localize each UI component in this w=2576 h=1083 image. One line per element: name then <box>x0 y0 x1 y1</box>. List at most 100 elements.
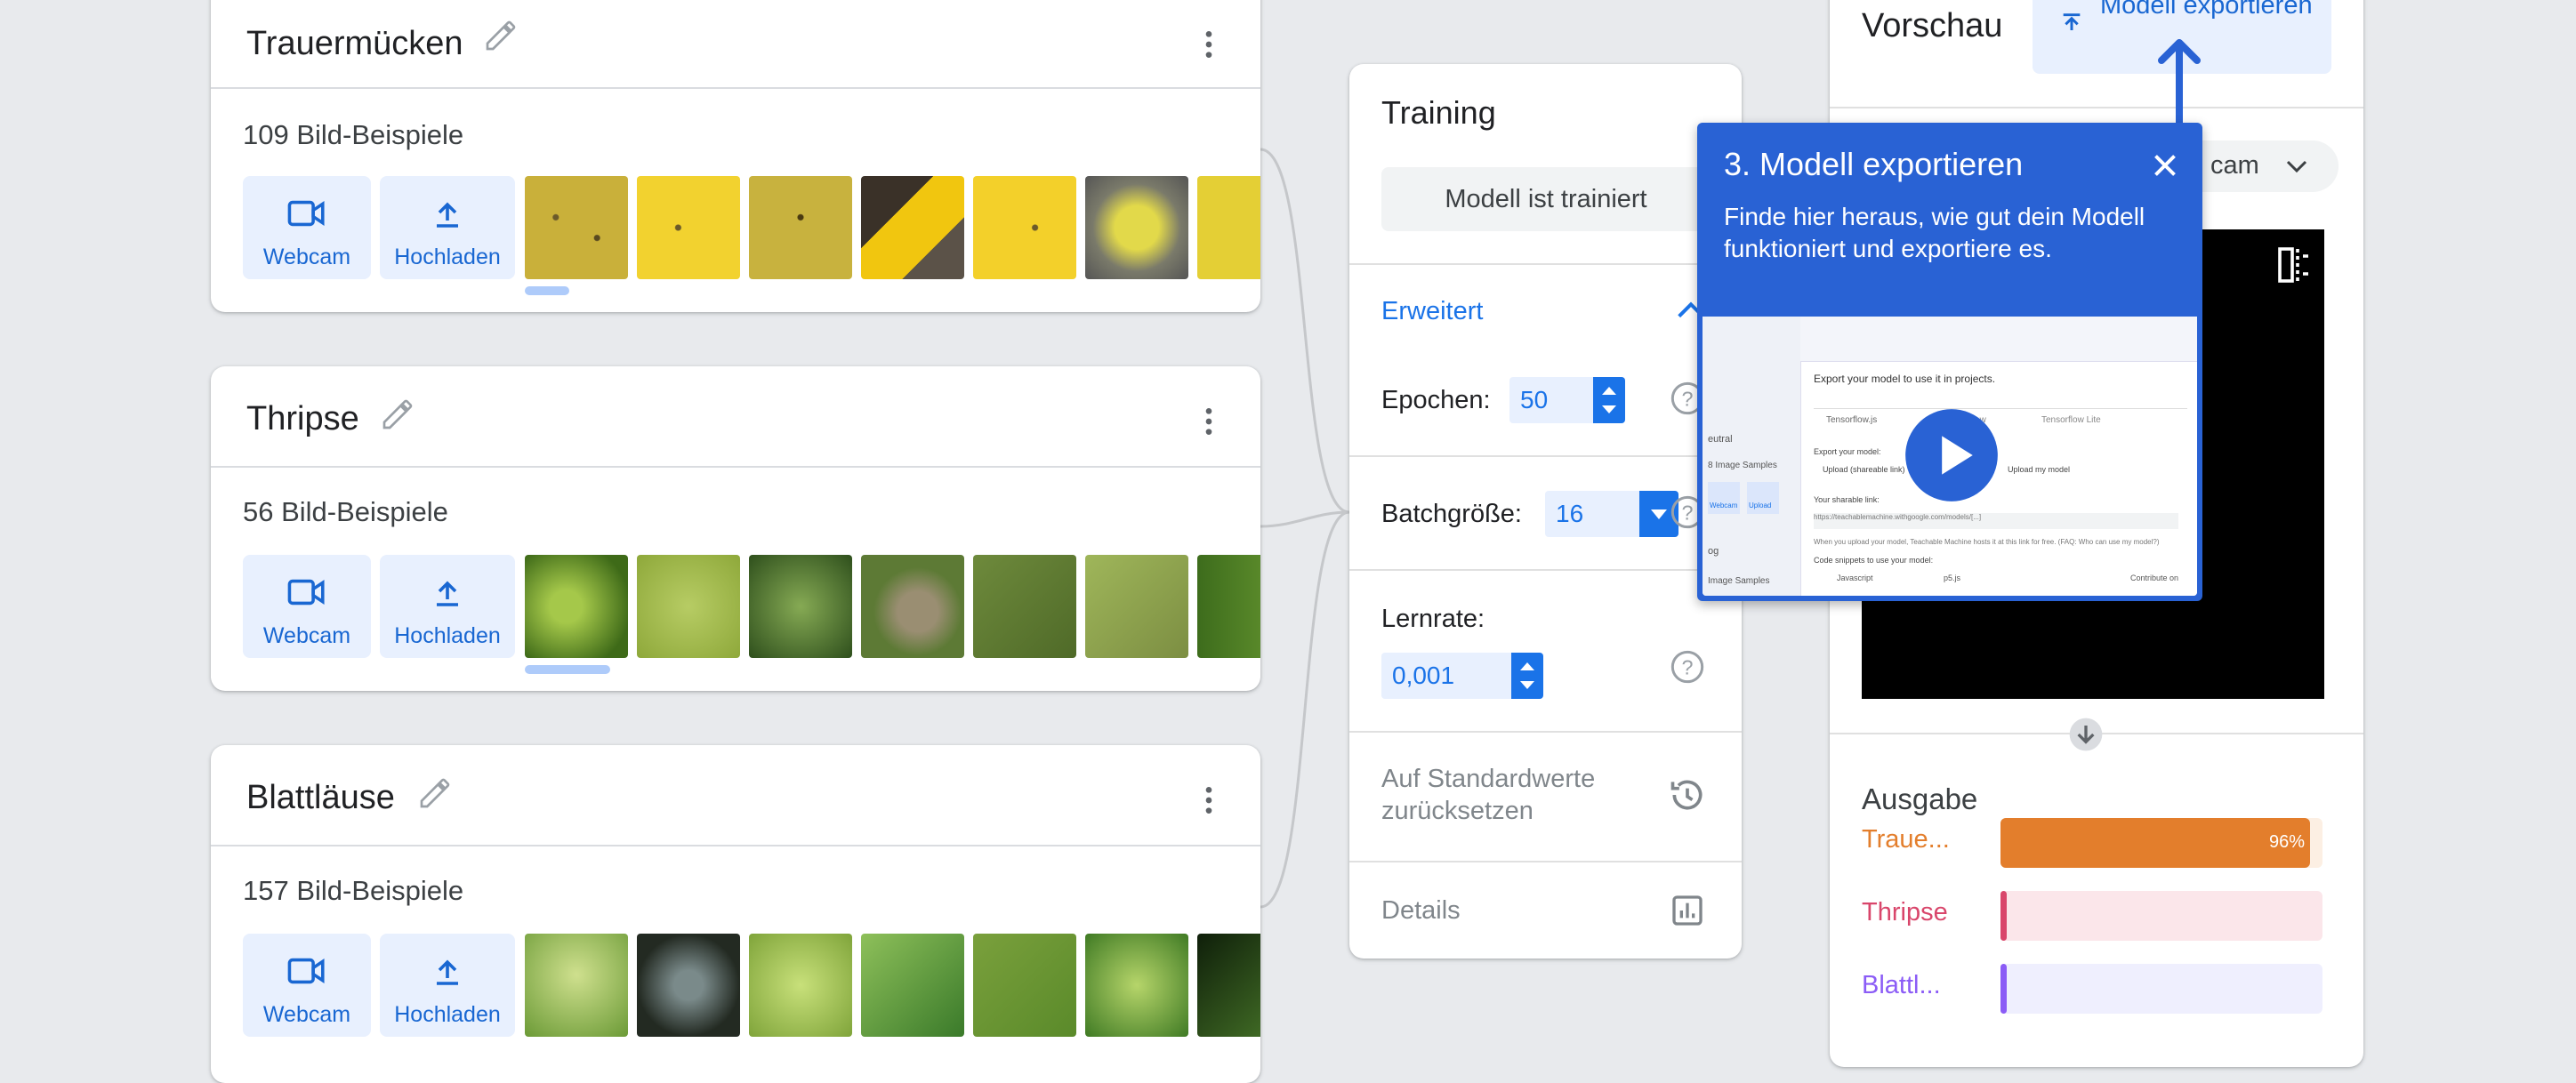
batch-size-value[interactable]: 16 <box>1556 500 1583 528</box>
confidence-bar-fill <box>2000 818 2310 868</box>
chevron-down-icon[interactable] <box>2283 155 2310 178</box>
bar-chart-icon[interactable] <box>1670 893 1705 928</box>
input-source-value: cam <box>2210 151 2259 180</box>
stepper-arrows[interactable] <box>1511 653 1543 699</box>
video-text: Upload my model <box>2008 465 2071 474</box>
close-icon[interactable] <box>2149 149 2181 181</box>
video-text: Code snippets to use your model: <box>1814 556 1934 565</box>
upload-icon <box>437 959 458 985</box>
sample-image[interactable] <box>861 934 964 1037</box>
class-header: Thripse <box>211 366 1260 468</box>
more-options-icon[interactable] <box>1191 400 1227 443</box>
webcam-label: Webcam <box>262 623 351 648</box>
confidence-bar-fill <box>2000 964 2008 1014</box>
class-header: Blattläuse <box>211 745 1260 846</box>
thumbnail-scrollbar[interactable] <box>525 665 610 674</box>
class-card-blattlaeuse: Blattläuse 157 Bild-Beispiele Webcam Hoc… <box>211 745 1260 1083</box>
class-name[interactable]: Trauermücken <box>246 21 463 66</box>
tooltip-title: 3. Modell exportieren <box>1724 146 2024 182</box>
edit-pencil-icon[interactable] <box>380 397 415 432</box>
video-camera-icon <box>287 579 325 606</box>
confidence-bar: 96% <box>2000 818 2322 868</box>
tutorial-video[interactable]: eutral 8 Image Samples Webcam Upload og … <box>1703 317 2197 596</box>
output-title: Ausgabe <box>1862 782 1978 815</box>
connector-lines <box>1260 148 1350 909</box>
sample-image[interactable] <box>973 176 1076 279</box>
upload-label: Hochladen <box>394 623 501 648</box>
export-model-label: Modell exportieren <box>2100 0 2313 20</box>
stepper-arrows[interactable] <box>1593 377 1625 423</box>
video-tab: Tensorflow.js <box>1826 415 1878 425</box>
more-options-icon[interactable] <box>1191 23 1227 66</box>
video-text: Contribute on <box>2130 574 2179 582</box>
thumbnail-scrollbar[interactable] <box>525 286 569 295</box>
video-divider <box>1814 408 2187 409</box>
video-text: Your sharable link: <box>1814 495 1880 504</box>
thumbnail-strip[interactable] <box>525 934 1260 1037</box>
upload-button[interactable]: Hochladen <box>380 555 515 658</box>
class-name[interactable]: Thripse <box>246 397 359 441</box>
tooltip-text: Finde hier heraus, wie gut dein Modell f… <box>1724 203 2145 262</box>
training-title: Training <box>1381 94 1496 131</box>
edit-pencil-icon[interactable] <box>417 775 453 811</box>
sample-image[interactable] <box>637 934 740 1037</box>
thumbnail-strip[interactable] <box>525 555 1260 658</box>
sample-image[interactable] <box>525 176 628 279</box>
learning-rate-value[interactable]: 0,001 <box>1392 662 1454 690</box>
edit-pencil-icon[interactable] <box>483 18 519 53</box>
upload-button[interactable]: Hochladen <box>380 934 515 1037</box>
sample-image[interactable] <box>1085 555 1188 658</box>
reset-defaults-button[interactable]: Auf Standardwerte zurücksetzen <box>1381 763 1648 827</box>
video-side-text: Upload <box>1749 501 1772 509</box>
sample-image[interactable] <box>749 934 852 1037</box>
stepper-arrows-icon[interactable] <box>1511 653 1543 699</box>
batch-size-select[interactable]: 16 <box>1545 491 1678 537</box>
upload-icon <box>437 202 458 228</box>
sample-image[interactable] <box>973 934 1076 1037</box>
sample-image[interactable] <box>749 176 852 279</box>
sample-image[interactable] <box>637 555 740 658</box>
details-button[interactable]: Details <box>1381 896 1461 926</box>
divider <box>1830 107 2363 108</box>
sample-count: 157 Bild-Beispiele <box>243 875 464 906</box>
stepper-arrows-icon[interactable] <box>1593 377 1625 423</box>
divider <box>1349 569 1742 571</box>
tooltip-pointer-arrow <box>2158 39 2201 128</box>
train-model-button[interactable]: Modell ist trainiert <box>1381 167 1711 231</box>
thumbnail-strip[interactable] <box>525 176 1260 279</box>
sample-image[interactable] <box>1197 934 1260 1037</box>
upload-button[interactable]: Hochladen <box>380 176 515 279</box>
sample-image[interactable] <box>973 555 1076 658</box>
webcam-button[interactable]: Webcam <box>243 934 371 1037</box>
video-side-text: og <box>1708 546 1719 557</box>
sample-image[interactable] <box>525 555 628 658</box>
video-side-text: 8 Image Samples <box>1708 461 1777 470</box>
help-icon[interactable]: ? <box>1670 649 1705 685</box>
learning-rate-stepper[interactable]: 0,001 <box>1381 653 1543 699</box>
sample-image[interactable] <box>861 555 964 658</box>
play-icon[interactable] <box>1904 407 2000 503</box>
advanced-toggle[interactable]: Erweitert <box>1381 297 1483 326</box>
sample-image[interactable] <box>749 555 852 658</box>
flip-camera-icon[interactable] <box>2276 245 2312 285</box>
sample-image[interactable] <box>861 176 964 279</box>
video-text: When you upload your model, Teachable Ma… <box>1814 538 2160 546</box>
divider <box>1349 861 1742 862</box>
sample-image[interactable] <box>525 934 628 1037</box>
video-text: Javascript <box>1837 574 1873 582</box>
sample-image[interactable] <box>1197 176 1260 279</box>
sample-image[interactable] <box>1085 176 1188 279</box>
more-options-icon[interactable] <box>1191 779 1227 822</box>
learning-rate-label: Lernrate: <box>1381 605 1485 633</box>
sample-image[interactable] <box>637 176 740 279</box>
sample-image[interactable] <box>1085 934 1188 1037</box>
epochs-value[interactable]: 50 <box>1520 386 1548 414</box>
class-name[interactable]: Blattläuse <box>246 775 395 820</box>
epochs-stepper[interactable]: 50 <box>1509 377 1625 423</box>
webcam-button[interactable]: Webcam <box>243 176 371 279</box>
sample-image[interactable] <box>1197 555 1260 658</box>
confidence-bar <box>2000 964 2322 1014</box>
webcam-button[interactable]: Webcam <box>243 555 371 658</box>
history-icon[interactable] <box>1668 775 1707 814</box>
svg-text:?: ? <box>1682 501 1694 524</box>
